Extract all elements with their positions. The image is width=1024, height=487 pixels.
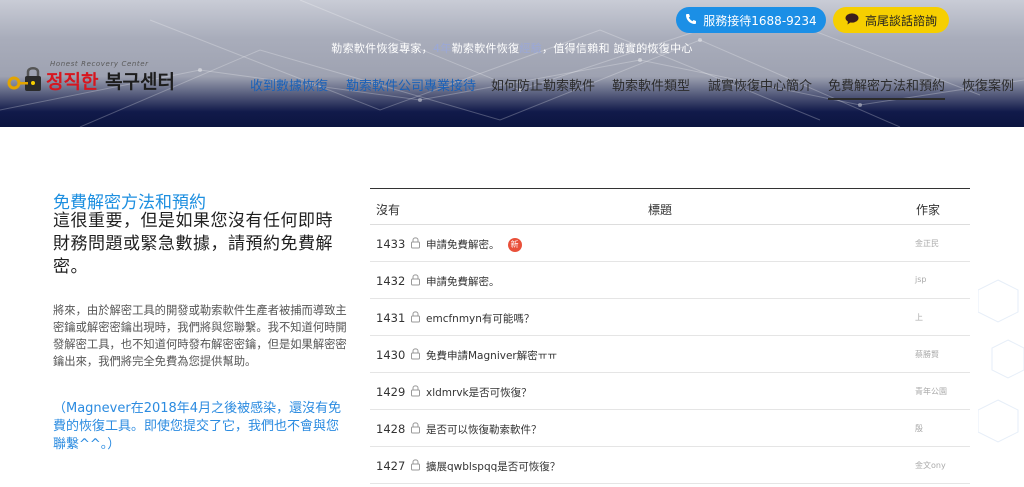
nav-item-about-center[interactable]: 誠實恢復中心簡介 xyxy=(708,75,812,94)
row-author: 蔡勝賢 xyxy=(915,350,939,359)
section-note: （Magnever在2018年4月之後被感染，還沒有免費的恢復工具。即使您提交了… xyxy=(53,401,342,452)
phone-icon xyxy=(685,13,697,28)
table-header: 沒有 標題 作家 xyxy=(370,188,970,225)
reservation-board: 沒有 標題 作家 1433 申請免費解密。新 金正民 1432 申請免費解密。 … xyxy=(370,188,970,484)
row-author: 金正民 xyxy=(915,239,939,248)
lock-icon xyxy=(411,459,420,471)
header-banner: 服務接待1688-9234 高尾談話諮詢 勒索軟件恢復專家，4年勒索軟件恢復經驗… xyxy=(0,0,1024,127)
row-author: jsp xyxy=(915,275,927,284)
tagline-text-1: 勒索軟件恢復專家， xyxy=(331,42,433,55)
row-title-link[interactable]: 申請免費解密。 xyxy=(426,274,500,289)
row-author: 上 xyxy=(915,313,923,322)
kakao-chat-button[interactable]: 高尾談話諮詢 xyxy=(833,7,949,33)
tagline-text-3: ，值得信賴和 誠實的恢復中心 xyxy=(542,42,693,55)
row-title-link[interactable]: emcfnmyn有可能嗎？ xyxy=(426,311,534,326)
top-contact-bar: 服務接待1688-9234 高尾談話諮詢 xyxy=(0,0,1024,40)
row-title-link[interactable]: 申請免費解密。新 xyxy=(426,237,522,252)
lock-icon xyxy=(411,422,420,434)
row-number: 1428 xyxy=(376,422,406,436)
service-phone-button[interactable]: 服務接待1688-9234 xyxy=(676,7,826,33)
nav-item-ransomware-business[interactable]: 勒索軟件公司專業接待 xyxy=(346,75,476,94)
logo-name: 정직한 복구센터 xyxy=(46,67,175,94)
lock-icon xyxy=(411,348,420,360)
tagline-experience: 經驗 xyxy=(519,42,543,55)
row-author: 殷 xyxy=(915,424,923,433)
lock-icon xyxy=(411,385,420,397)
table-row[interactable]: 1430 免費申請Magniver解密ㅠㅠ 蔡勝賢 xyxy=(370,336,970,373)
logo-name-red: 정직한 xyxy=(46,71,99,93)
row-number: 1431 xyxy=(376,311,406,325)
chat-bubble-icon xyxy=(845,12,859,28)
row-author: 金文ony xyxy=(915,461,946,470)
row-number: 1433 xyxy=(376,237,406,251)
key-lock-logo-icon xyxy=(7,67,41,91)
tagline: 勒索軟件恢復專家，4年勒索軟件恢復經驗，值得信賴和 誠實的恢復中心 xyxy=(0,40,1024,56)
row-title: 申請免費解密。 xyxy=(426,239,500,251)
table-row[interactable]: 1433 申請免費解密。新 金正民 xyxy=(370,225,970,262)
nav-item-recovery-cases[interactable]: 恢復案例 xyxy=(962,75,1014,94)
row-number: 1429 xyxy=(376,385,406,399)
tagline-years: 4年 xyxy=(432,42,452,55)
nav-item-ransomware-types[interactable]: 勒索軟件類型 xyxy=(612,75,690,94)
main-navigation: Honest Recovery Center 정직한 복구센터 收到數據恢復 勒… xyxy=(0,58,1024,108)
nav-item-prevent-ransomware[interactable]: 如何防止勒索軟件 xyxy=(491,75,595,94)
section-body: 將來，由於解密工具的開發或勒索軟件生產者被捕而導致主密鑰或解密密鑰出現時，我們將… xyxy=(53,304,347,368)
table-row[interactable]: 1427 擴展qwblspqq是否可恢復？ 金文ony xyxy=(370,447,970,484)
nav-item-data-recovery[interactable]: 收到數據恢復 xyxy=(250,75,328,94)
logo-name-dark: 복구센터 xyxy=(98,71,175,93)
lock-icon xyxy=(411,311,420,323)
lock-icon xyxy=(411,274,420,286)
service-phone-label: 服務接待1688-9234 xyxy=(703,13,817,28)
row-number: 1430 xyxy=(376,348,406,362)
column-header-title: 標題 xyxy=(648,203,673,217)
table-row[interactable]: 1431 emcfnmyn有可能嗎？ 上 xyxy=(370,299,970,336)
row-title-link[interactable]: xldmrvk是否可恢復？ xyxy=(426,385,532,400)
column-header-number: 沒有 xyxy=(376,203,401,217)
decorative-hexagons xyxy=(978,279,1024,443)
table-row[interactable]: 1429 xldmrvk是否可恢復？ 青年公園 xyxy=(370,373,970,410)
row-number: 1427 xyxy=(376,459,406,473)
row-title-link[interactable]: 是否可以恢復勒索軟件？ xyxy=(426,422,542,437)
table-row[interactable]: 1428 是否可以恢復勒索軟件？ 殷 xyxy=(370,410,970,447)
site-logo[interactable]: Honest Recovery Center 정직한 복구센터 xyxy=(6,60,188,102)
row-title-link[interactable]: 擴展qwblspqq是否可恢復？ xyxy=(426,459,560,474)
section-lead: 這很重要，但是如果您沒有任何即時財務問題或緊急數據，請預約免費解密。 xyxy=(53,211,333,277)
tagline-text-2: 勒索軟件恢復 xyxy=(451,42,520,55)
table-row[interactable]: 1432 申請免費解密。 jsp xyxy=(370,262,970,299)
lock-icon xyxy=(411,237,420,249)
column-header-author: 作家 xyxy=(916,203,941,217)
nav-item-free-decryption[interactable]: 免費解密方法和預約 xyxy=(828,75,946,100)
row-title-link[interactable]: 免費申請Magniver解密ㅠㅠ xyxy=(426,348,557,363)
row-author: 青年公園 xyxy=(915,387,947,396)
row-number: 1432 xyxy=(376,274,406,288)
kakao-chat-label: 高尾談話諮詢 xyxy=(864,13,937,28)
new-badge: 新 xyxy=(507,238,522,252)
